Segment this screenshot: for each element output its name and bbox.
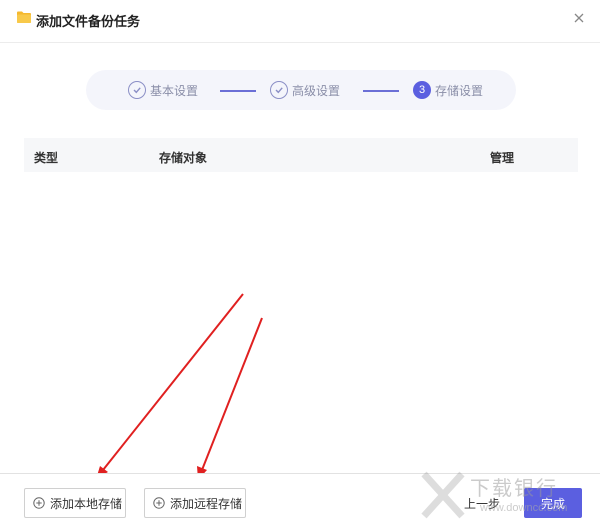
add-remote-label: 添加远程存储 [170, 496, 243, 511]
watermark-url: www.downcc.com [480, 502, 568, 514]
plus-circle-icon [153, 497, 165, 509]
plus-circle-icon [33, 497, 45, 509]
watermark-text: 下载银行 [470, 478, 558, 500]
arrow-line-left [102, 293, 244, 471]
add-local-label: 添加本地存储 [50, 496, 123, 511]
add-local-storage-button[interactable]: 添加本地存储 [24, 488, 126, 518]
annotation-arrows [96, 293, 263, 480]
arrow-line-right [201, 317, 263, 471]
add-remote-storage-button[interactable]: 添加远程存储 [144, 488, 246, 518]
